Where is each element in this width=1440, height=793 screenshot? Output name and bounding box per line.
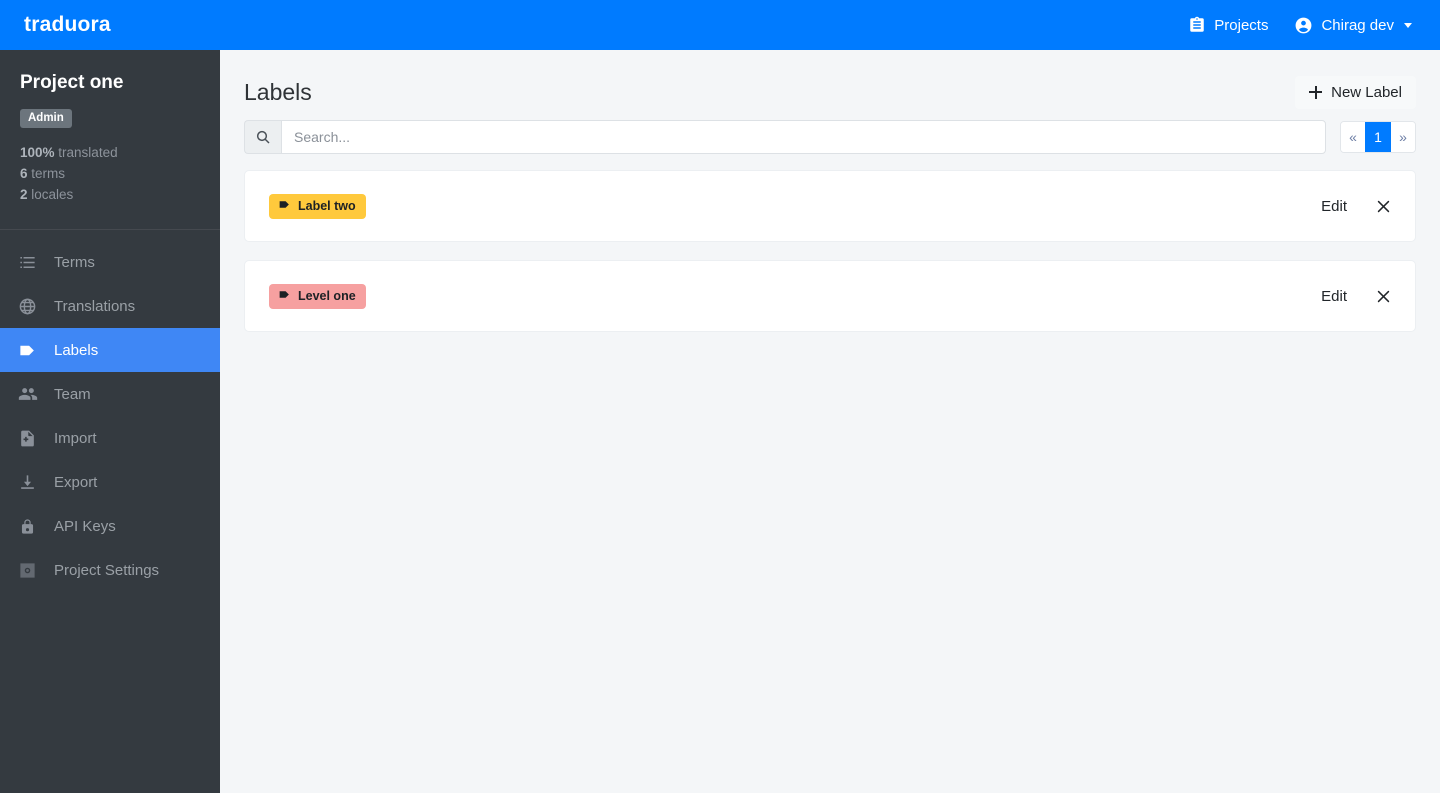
download-icon — [18, 472, 42, 492]
nav-user-menu[interactable]: Chirag dev — [1294, 16, 1412, 35]
role-badge: Admin — [20, 109, 72, 128]
sidebar-item-label: API Keys — [54, 517, 116, 535]
sidebar-item-label: Import — [54, 429, 97, 447]
search-input[interactable] — [281, 120, 1326, 154]
gear-icon — [18, 560, 42, 580]
list-icon — [18, 252, 42, 272]
stat-translated-value: 100% — [20, 145, 55, 160]
brand-logo[interactable]: traduora — [24, 13, 111, 37]
chevron-down-icon — [1404, 22, 1412, 28]
search-group — [244, 120, 1326, 154]
new-label-button[interactable]: New Label — [1295, 75, 1416, 109]
tag-icon — [278, 288, 291, 304]
file-import-icon — [18, 428, 42, 448]
search-toolbar: « 1 » — [220, 112, 1440, 154]
pagination: « 1 » — [1340, 121, 1416, 153]
label-chip[interactable]: Level one — [269, 283, 366, 309]
nav-projects-link[interactable]: Projects — [1188, 16, 1268, 34]
clipboard-icon — [1188, 16, 1206, 34]
label-name: Level one — [298, 288, 356, 303]
sidebar-item-api-keys[interactable]: API Keys — [0, 504, 220, 548]
navbar-right-group: Projects Chirag dev — [1188, 16, 1412, 35]
sidebar-item-label: Project Settings — [54, 561, 160, 579]
stat-translated: 100% translated — [20, 142, 200, 163]
label-row: Level one Edit — [244, 260, 1416, 332]
sidebar-item-export[interactable]: Export — [0, 460, 220, 504]
sidebar-item-label: Translations — [54, 297, 136, 315]
pagination-prev[interactable]: « — [1341, 122, 1365, 152]
project-summary: Project one Admin 100% translated 6 term… — [0, 50, 220, 229]
edit-label-button[interactable]: Edit — [1321, 198, 1347, 215]
stat-locales-label: locales — [31, 187, 74, 202]
sidebar-item-label: Labels — [54, 341, 99, 359]
sidebar-item-label: Team — [54, 385, 91, 403]
stat-terms: 6 terms — [20, 163, 200, 184]
main-content: Labels New Label « 1 » — [220, 50, 1440, 793]
stat-terms-value: 6 — [20, 166, 28, 181]
labels-list: Label two Edit Level one Edit — [220, 154, 1440, 332]
nav-projects-label: Projects — [1214, 16, 1269, 34]
sidebar-item-label: Terms — [54, 253, 95, 271]
tag-icon — [278, 198, 291, 214]
pagination-next[interactable]: » — [1391, 122, 1415, 152]
globe-icon — [18, 296, 42, 316]
people-icon — [18, 384, 42, 404]
project-name: Project one — [20, 72, 124, 93]
sidebar-item-import[interactable]: Import — [0, 416, 220, 460]
stat-locales-value: 2 — [20, 187, 28, 202]
label-chip[interactable]: Label two — [269, 193, 366, 219]
sidebar-item-terms[interactable]: Terms — [0, 240, 220, 284]
top-navbar: traduora Projects Chirag dev — [0, 0, 1440, 50]
sidebar-item-label: Export — [54, 473, 98, 491]
stat-translated-label: translated — [58, 145, 118, 160]
label-name: Label two — [298, 198, 356, 213]
lock-icon — [18, 516, 42, 536]
search-icon — [244, 120, 281, 154]
nav-user-label: Chirag dev — [1321, 16, 1394, 34]
sidebar-item-translations[interactable]: Translations — [0, 284, 220, 328]
sidebar-item-team[interactable]: Team — [0, 372, 220, 416]
label-row-actions: Edit — [1321, 196, 1393, 216]
stat-terms-label: terms — [31, 166, 66, 181]
new-label-button-label: New Label — [1331, 83, 1402, 101]
close-icon[interactable] — [1373, 196, 1393, 216]
sidebar-item-project-settings[interactable]: Project Settings — [0, 548, 220, 592]
stat-locales: 2 locales — [20, 184, 200, 205]
page-title: Labels — [244, 78, 312, 105]
sidebar-nav: Terms Translations Labels Team Import Ex… — [0, 240, 220, 592]
account-circle-icon — [1294, 16, 1313, 35]
pagination-page-1[interactable]: 1 — [1365, 122, 1391, 152]
sidebar: Project one Admin 100% translated 6 term… — [0, 50, 220, 793]
plus-icon — [1309, 85, 1323, 99]
edit-label-button[interactable]: Edit — [1321, 288, 1347, 305]
tag-icon — [18, 340, 42, 360]
label-row-actions: Edit — [1321, 286, 1393, 306]
sidebar-divider — [0, 229, 220, 230]
label-row: Label two Edit — [244, 170, 1416, 242]
sidebar-item-labels[interactable]: Labels — [0, 328, 220, 372]
close-icon[interactable] — [1373, 286, 1393, 306]
page-header: Labels New Label — [220, 50, 1440, 112]
